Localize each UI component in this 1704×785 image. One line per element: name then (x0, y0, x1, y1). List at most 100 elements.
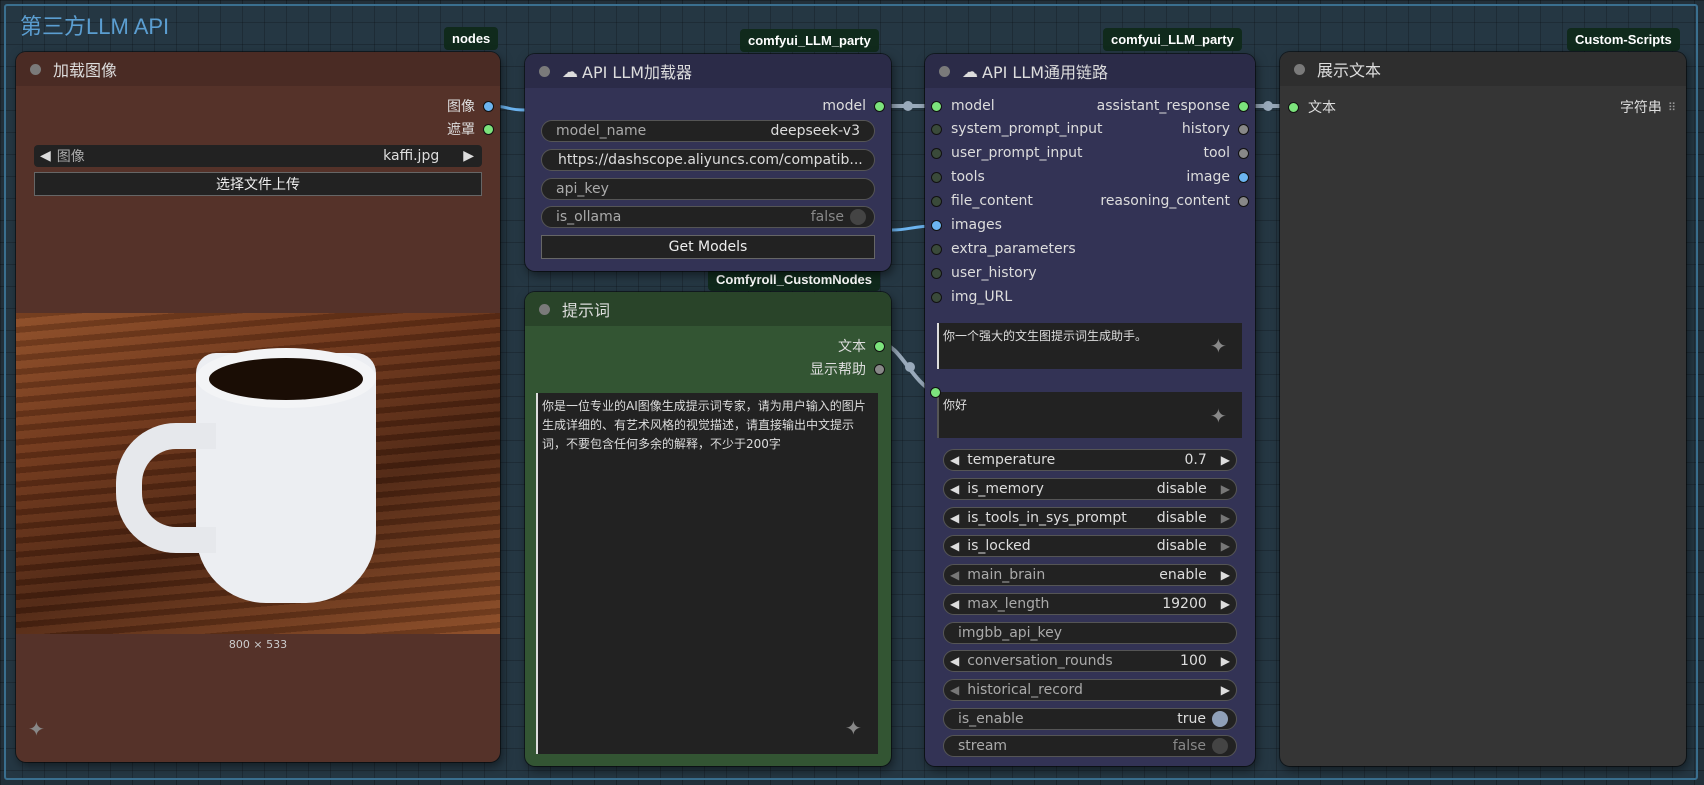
output-model[interactable]: model (822, 98, 885, 114)
input-user-prompt[interactable]: user_prompt_input (931, 145, 1082, 161)
image-selector[interactable]: ◀ 图像 kaffi.jpg ▶ (34, 145, 482, 167)
user-prompt-input-pin[interactable] (930, 387, 941, 398)
node-header[interactable]: 展示文本 (1280, 52, 1686, 86)
input-pin[interactable] (931, 291, 942, 303)
collapse-dot[interactable] (1294, 63, 1305, 75)
decrement-arrow-icon[interactable]: ◀ (944, 482, 965, 496)
output-pin[interactable] (874, 100, 885, 112)
input-pin[interactable] (931, 123, 942, 135)
sparkle-icon[interactable]: ✦ (845, 716, 862, 740)
output-image[interactable]: image (1186, 169, 1249, 185)
conversation-rounds-widget[interactable]: ◀ conversation_rounds 100 ▶ (943, 650, 1237, 672)
input-pin[interactable] (931, 147, 942, 159)
decrement-arrow-icon[interactable]: ◀ (944, 511, 965, 525)
output-reasoning-content[interactable]: reasoning_content (1100, 193, 1249, 209)
output-pin[interactable] (1238, 195, 1249, 207)
input-pin[interactable] (931, 243, 942, 255)
collapse-dot[interactable] (939, 65, 950, 77)
api-key-field[interactable]: api_key (541, 178, 875, 200)
is-memory-widget[interactable]: ◀ is_memory disable ▶ (943, 478, 1237, 500)
prompt-textarea[interactable]: 你是一位专业的AI图像生成提示词专家，请为用户输入的图片生成详细的、有艺术风格的… (536, 393, 878, 754)
input-pin[interactable] (931, 195, 942, 207)
output-assistant-response[interactable]: assistant_response (1097, 98, 1249, 114)
next-arrow-icon[interactable]: ▶ (439, 148, 482, 164)
upload-button[interactable]: 选择文件上传 (34, 172, 482, 196)
output-text[interactable]: 文本 (838, 336, 885, 356)
output-pin[interactable] (483, 100, 494, 112)
temperature-widget[interactable]: ◀ temperature 0.7 ▶ (943, 449, 1237, 471)
decrement-arrow-icon[interactable]: ◀ (944, 597, 965, 611)
toggle-knob[interactable] (1212, 738, 1228, 754)
input-pin[interactable] (931, 171, 942, 183)
input-pin[interactable] (1288, 101, 1299, 113)
get-models-button[interactable]: Get Models (541, 235, 875, 259)
collapse-dot[interactable] (30, 63, 41, 75)
decrement-arrow-icon[interactable]: ◀ (944, 539, 965, 553)
increment-arrow-icon[interactable]: ▶ (1215, 683, 1236, 697)
increment-arrow-icon[interactable]: ▶ (1215, 482, 1236, 496)
max-length-widget[interactable]: ◀ max_length 19200 ▶ (943, 593, 1237, 615)
node-header[interactable]: ☁ API LLM加载器 (525, 54, 891, 88)
increment-arrow-icon[interactable]: ▶ (1215, 511, 1236, 525)
node-display-text[interactable]: 展示文本 文本 字符串 ⠿ (1280, 52, 1686, 766)
output-pin[interactable] (1238, 100, 1249, 112)
output-history[interactable]: history (1182, 121, 1249, 137)
model-name-field[interactable]: model_name deepseek-v3 (541, 120, 875, 142)
increment-arrow-icon[interactable]: ▶ (1215, 597, 1236, 611)
node-api-llm-loader[interactable]: ☁ API LLM加载器 model model_name deepseek-v… (525, 54, 891, 271)
input-images[interactable]: images (931, 217, 1002, 233)
is-enable-toggle[interactable]: is_enable true (943, 708, 1237, 730)
decrement-arrow-icon[interactable]: ◀ (944, 654, 965, 668)
node-api-llm-chain[interactable]: ☁ API LLM通用链路 model system_prompt_input … (925, 54, 1255, 766)
input-file-content[interactable]: file_content (931, 193, 1033, 209)
increment-arrow-icon[interactable]: ▶ (1215, 654, 1236, 668)
input-text[interactable]: 文本 (1288, 97, 1336, 117)
input-pin[interactable] (931, 219, 942, 231)
output-show-help[interactable]: 显示帮助 (810, 359, 885, 379)
output-image[interactable]: 图像 (447, 96, 494, 116)
increment-arrow-icon[interactable]: ▶ (1215, 453, 1236, 467)
input-img-url[interactable]: img_URL (931, 289, 1012, 305)
node-load-image[interactable]: 加载图像 图像 遮罩 ◀ 图像 kaffi.jpg ▶ 选择文件上传 800 ×… (16, 52, 500, 762)
output-pin[interactable] (483, 123, 494, 135)
output-pin[interactable] (1238, 147, 1249, 159)
node-header[interactable]: 加载图像 (16, 52, 500, 86)
node-prompt[interactable]: 提示词 文本 显示帮助 你是一位专业的AI图像生成提示词专家，请为用户输入的图片… (525, 292, 891, 766)
input-extra-parameters[interactable]: extra_parameters (931, 241, 1076, 257)
output-pin[interactable] (1238, 171, 1249, 183)
historical-record-widget[interactable]: ◀ historical_record ▶ (943, 679, 1237, 701)
input-pin[interactable] (931, 267, 942, 279)
is-tools-in-sys-prompt-widget[interactable]: ◀ is_tools_in_sys_prompt disable ▶ (943, 507, 1237, 529)
input-user-history[interactable]: user_history (931, 265, 1037, 281)
group-title[interactable]: 第三方LLM API (20, 9, 169, 41)
toggle-knob[interactable] (850, 209, 866, 225)
input-system-prompt[interactable]: system_prompt_input (931, 121, 1103, 137)
main-brain-widget[interactable]: ◀ main_brain enable ▶ (943, 564, 1237, 586)
toggle-knob[interactable] (1212, 711, 1228, 727)
input-pin[interactable] (931, 100, 942, 112)
output-pin[interactable] (1238, 123, 1249, 135)
output-pin[interactable] (874, 363, 885, 375)
stream-toggle[interactable]: stream false (943, 735, 1237, 757)
imgbb-api-key-field[interactable]: imgbb_api_key (943, 622, 1237, 644)
increment-arrow-icon[interactable]: ▶ (1215, 539, 1236, 553)
sparkle-icon[interactable]: ✦ (1210, 404, 1227, 428)
decrement-arrow-icon[interactable]: ◀ (944, 683, 965, 697)
base-url-field[interactable]: https://dashscope.aliyuncs.com/compatib.… (541, 149, 875, 171)
increment-arrow-icon[interactable]: ▶ (1215, 568, 1236, 582)
output-mask[interactable]: 遮罩 (447, 119, 494, 139)
output-tool[interactable]: tool (1203, 145, 1249, 161)
input-tools[interactable]: tools (931, 169, 985, 185)
decrement-arrow-icon[interactable]: ◀ (944, 568, 965, 582)
sparkle-icon[interactable]: ✦ (28, 717, 45, 741)
node-header[interactable]: ☁ API LLM通用链路 (925, 54, 1255, 88)
is-locked-widget[interactable]: ◀ is_locked disable ▶ (943, 535, 1237, 557)
user-prompt-textarea[interactable]: 你好 (937, 392, 1242, 438)
output-pin[interactable] (874, 340, 885, 352)
system-prompt-textarea[interactable]: 你一个强大的文生图提示词生成助手。 (937, 323, 1242, 369)
input-model[interactable]: model (931, 98, 995, 114)
decrement-arrow-icon[interactable]: ◀ (944, 453, 965, 467)
sparkle-icon[interactable]: ✦ (1210, 334, 1227, 358)
prev-arrow-icon[interactable]: ◀ (34, 148, 57, 164)
collapse-dot[interactable] (539, 65, 550, 77)
